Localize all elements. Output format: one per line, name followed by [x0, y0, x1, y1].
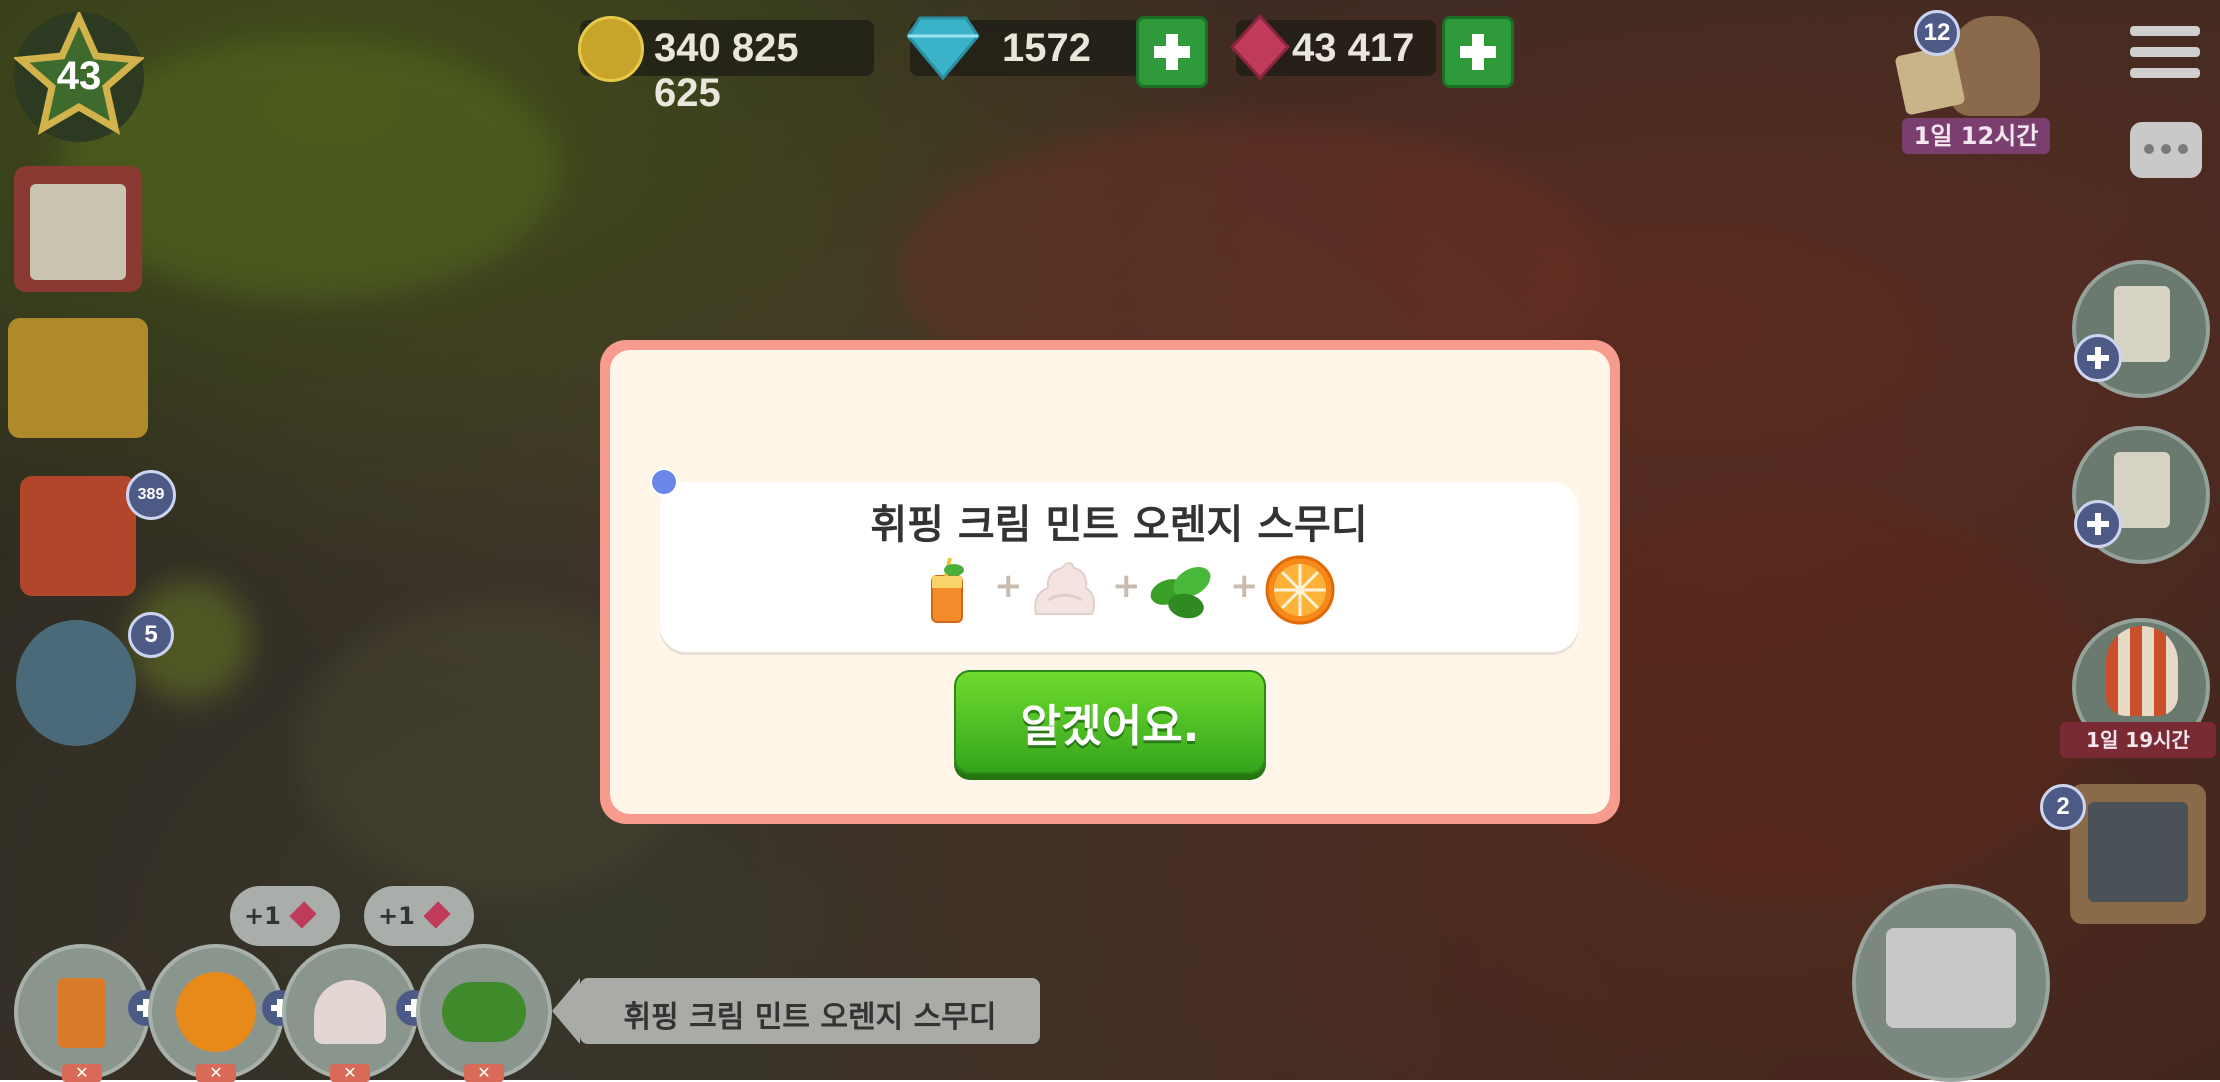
- treasure-box-icon[interactable]: [8, 318, 148, 438]
- level-number: 43: [56, 54, 102, 98]
- cafe-board-icon[interactable]: [2070, 784, 2206, 924]
- diamonds-value: 1572: [1002, 26, 1091, 70]
- coins-counter[interactable]: 340 825 625: [578, 16, 874, 115]
- orange-slice-icon: [1265, 555, 1335, 625]
- ingredient-slot-mint[interactable]: ✕: [416, 944, 552, 1082]
- mint-leaves-icon: [442, 982, 526, 1042]
- gems-counter[interactable]: 43 417: [1230, 14, 1436, 80]
- recipe-modal-panel: 휘핑 크림 민트 오렌지 스무디 + + + 알겠어요.: [610, 350, 1610, 814]
- menu-icon[interactable]: [2130, 22, 2200, 82]
- recipe-name-label: 휘핑 크림 민트 오렌지 스무디: [623, 1000, 997, 1035]
- mint-leaves-icon: [1150, 566, 1211, 619]
- buy-gems-button[interactable]: [1442, 16, 1514, 88]
- plus-separator: +: [1230, 566, 1259, 606]
- ok-button[interactable]: 알겠어요.: [954, 670, 1266, 774]
- clipboard-icon: [2114, 286, 2170, 362]
- event-badge: 12: [1914, 10, 1960, 56]
- collection-cube-icon[interactable]: [16, 620, 136, 746]
- cash-register-button[interactable]: [1852, 884, 2050, 1082]
- cash-register-icon: [1886, 928, 2016, 1028]
- whipped-cream-icon: [314, 980, 386, 1044]
- hot-air-balloon-icon: [2106, 626, 2178, 716]
- gift-badge: 389: [126, 470, 176, 520]
- remove-slot-button[interactable]: ✕: [330, 1064, 370, 1082]
- bonus-bubble-1: +1: [230, 886, 340, 946]
- recipe-card: 휘핑 크림 민트 오렌지 스무디 + + +: [660, 482, 1578, 652]
- bonus-bubble-2: +1: [364, 886, 474, 946]
- ok-button-label: 알겠어요.: [1020, 701, 1200, 752]
- plus-separator: +: [1112, 566, 1141, 606]
- event-timer: 1일 12시간: [1902, 118, 2050, 154]
- remove-slot-button[interactable]: ✕: [62, 1064, 102, 1082]
- gems-value: 43 417: [1292, 26, 1415, 70]
- chat-icon[interactable]: [2130, 122, 2202, 178]
- bonus-label-2: +1: [378, 902, 415, 930]
- smoothie-glass-icon: [931, 557, 964, 623]
- cube-badge: 5: [128, 612, 174, 658]
- coin-icon: [578, 16, 644, 82]
- smoothie-glass-icon: [58, 978, 106, 1048]
- board-badge: 2: [2040, 784, 2086, 830]
- recipe-title: 휘핑 크림 민트 오렌지 스무디: [870, 502, 1368, 548]
- plus-separator: +: [994, 566, 1023, 606]
- ruby-icon: [289, 901, 317, 929]
- clipboard-icon: [2114, 452, 2170, 528]
- orders-clipboard-icon[interactable]: [14, 166, 142, 292]
- player-level[interactable]: 43: [14, 12, 144, 142]
- remove-slot-button[interactable]: ✕: [196, 1064, 236, 1082]
- ruby-icon: [423, 901, 451, 929]
- event-character[interactable]: 12: [1894, 10, 2050, 120]
- whipped-cream-icon: [1034, 562, 1095, 615]
- buy-diamonds-button[interactable]: [1136, 16, 1208, 88]
- diamonds-counter[interactable]: 1572: [906, 16, 1140, 80]
- add-task-button-2[interactable]: [2074, 500, 2122, 548]
- coins-value: 340 825 625: [654, 26, 799, 115]
- diamond-icon: [906, 16, 980, 80]
- add-task-button-1[interactable]: [2074, 334, 2122, 382]
- bonus-label-1: +1: [244, 902, 281, 930]
- gift-icon[interactable]: [20, 476, 136, 596]
- remove-slot-button[interactable]: ✕: [464, 1064, 504, 1082]
- recipe-name-tag: 휘핑 크림 민트 오렌지 스무디: [552, 978, 1040, 1044]
- info-dot: [650, 468, 678, 496]
- orange-slice-icon: [176, 972, 256, 1052]
- ruby-icon: [1230, 14, 1290, 80]
- recipe-modal: 휘핑 크림 민트 오렌지 스무디 + + + 알겠어요.: [600, 340, 1620, 824]
- balloon-timer: 1일 19시간: [2060, 722, 2216, 758]
